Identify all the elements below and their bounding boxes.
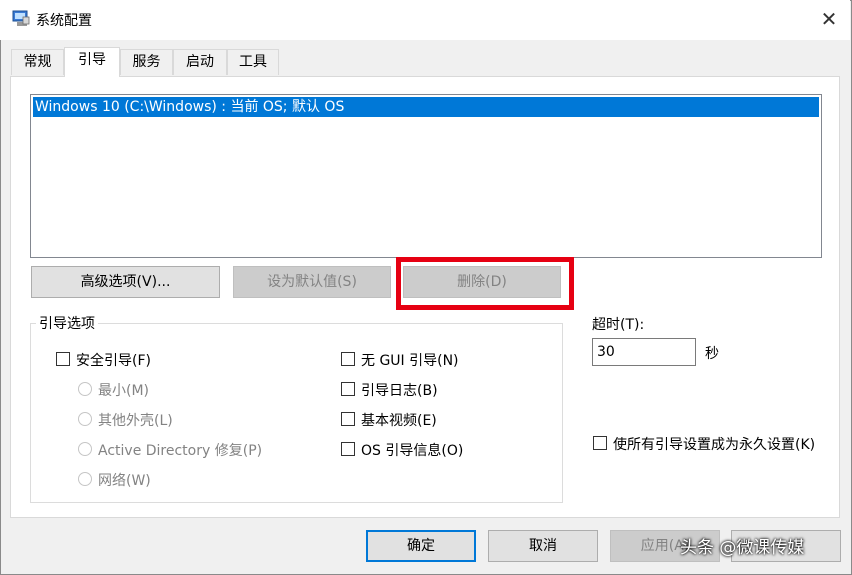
active-directory-label: Active Directory 修复(P) xyxy=(98,443,263,459)
watermark: 头条 @微课传媒 xyxy=(680,538,805,558)
boot-log-label: 引导日志(B) xyxy=(361,383,438,399)
permanent-settings-checkbox[interactable] xyxy=(593,436,607,450)
timeout-unit: 秒 xyxy=(705,346,719,362)
boot-entries-list[interactable]: Windows 10 (C:\Windows) : 当前 OS; 默认 OS xyxy=(30,94,822,258)
timeout-label: 超时(T): xyxy=(592,317,645,333)
tab-label: 常规 xyxy=(23,54,52,70)
tab-startup[interactable]: 启动 xyxy=(173,49,227,75)
timeout-input[interactable]: 30 xyxy=(592,338,696,366)
tab-label: 服务 xyxy=(132,54,161,70)
minimal-label: 最小(M) xyxy=(98,383,150,399)
base-video-label: 基本视频(E) xyxy=(361,413,437,429)
cancel-button[interactable]: 取消 xyxy=(488,530,598,562)
safe-boot-label: 安全引导(F) xyxy=(76,353,151,369)
os-boot-info-checkbox[interactable] xyxy=(341,442,355,456)
os-boot-info-label: OS 引导信息(O) xyxy=(361,443,464,459)
advanced-options-button[interactable]: 高级选项(V)... xyxy=(31,266,220,298)
msconfig-icon xyxy=(12,10,30,26)
network-radio[interactable] xyxy=(78,472,92,486)
network-label: 网络(W) xyxy=(98,473,151,489)
permanent-settings-label: 使所有引导设置成为永久设置(K) xyxy=(613,437,816,453)
close-icon[interactable]: ✕ xyxy=(816,6,842,32)
tab-general[interactable]: 常规 xyxy=(11,49,64,75)
tab-label: 引导 xyxy=(78,52,106,68)
tab-services[interactable]: 服务 xyxy=(120,49,173,75)
highlight-box xyxy=(396,257,574,310)
group-title: 引导选项 xyxy=(36,313,98,333)
set-default-button[interactable]: 设为默认值(S) xyxy=(233,266,391,298)
minimal-radio[interactable] xyxy=(78,382,92,396)
safe-boot-checkbox[interactable] xyxy=(56,352,70,366)
alternate-shell-label: 其他外壳(L) xyxy=(98,413,173,429)
no-gui-label: 无 GUI 引导(N) xyxy=(361,353,459,369)
window-title: 系统配置 xyxy=(36,13,92,29)
tab-tools[interactable]: 工具 xyxy=(227,49,279,75)
base-video-checkbox[interactable] xyxy=(341,412,355,426)
ok-button[interactable]: 确定 xyxy=(366,530,476,562)
alternate-shell-radio[interactable] xyxy=(78,412,92,426)
boot-log-checkbox[interactable] xyxy=(341,382,355,396)
list-item[interactable]: Windows 10 (C:\Windows) : 当前 OS; 默认 OS xyxy=(33,97,819,117)
tab-label: 工具 xyxy=(239,54,267,70)
active-directory-radio[interactable] xyxy=(78,442,92,456)
title-bar: 系统配置 ✕ xyxy=(0,0,850,40)
no-gui-checkbox[interactable] xyxy=(341,352,355,366)
tab-label: 启动 xyxy=(186,54,214,70)
tab-boot[interactable]: 引导 xyxy=(64,47,120,77)
